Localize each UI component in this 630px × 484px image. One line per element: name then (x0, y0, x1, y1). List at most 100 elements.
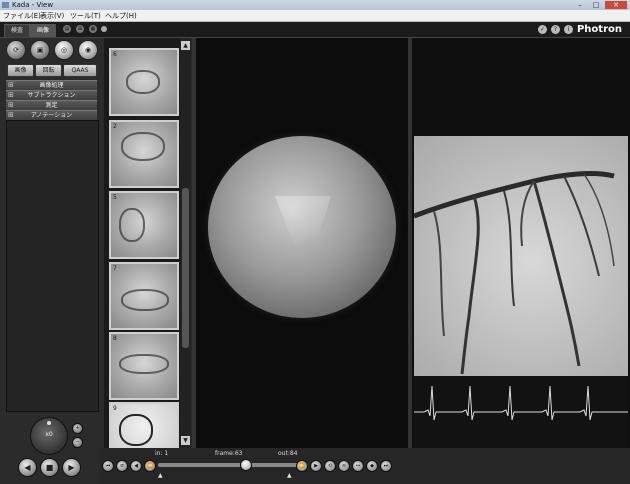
step-back-icon[interactable]: ◀ (130, 460, 142, 472)
in-label: in: 1 (155, 450, 169, 457)
scroll-thumb[interactable] (182, 188, 189, 348)
help-icon[interactable]: ? (551, 25, 560, 34)
zoom-out-icon[interactable]: − (72, 437, 83, 448)
close-button[interactable]: ✕ (605, 1, 627, 9)
frame-slider[interactable] (158, 463, 308, 467)
step-forward-icon[interactable]: ▶ (310, 460, 322, 472)
top-toolbar: 検査 画像 ▤ ⊞ ▦ ✓ ? i Photron (0, 22, 630, 38)
thumbnail[interactable]: 5 (109, 191, 179, 259)
rewind-icon[interactable]: ⏪ (144, 460, 156, 472)
out-marker-icon[interactable]: ▲ (287, 472, 292, 479)
speed-icon[interactable]: ≋ (338, 460, 350, 472)
thumbnail-number: 9 (113, 405, 117, 412)
expand-icon: ⊞ (8, 111, 14, 119)
vessel-image (126, 70, 160, 94)
zoom-in-icon[interactable]: + (72, 423, 83, 434)
frame-label: frame:63 (215, 450, 243, 457)
thumbnail-number: 2 (113, 123, 117, 130)
brand-logo: Photron (576, 24, 622, 35)
ecg-strip (414, 376, 628, 448)
frame-slider-knob[interactable] (240, 459, 252, 471)
thumbnail[interactable]: 2 (109, 120, 179, 188)
maximize-button[interactable]: □ (589, 1, 603, 9)
image-viewer-left[interactable] (196, 38, 408, 448)
thumbnail-column: 6 2 5 7 8 9 (104, 38, 180, 450)
vessel-image (121, 132, 165, 161)
settings-icon[interactable]: ◎ (54, 40, 74, 60)
layout-grid-icon[interactable]: ▦ (89, 25, 97, 33)
out-label: out:84 (278, 450, 298, 457)
xray-disc-image (208, 136, 396, 318)
accordion-label: 測定 (45, 102, 58, 109)
refresh-icon[interactable]: ⟳ (6, 40, 26, 60)
zoom-value: x0 (45, 431, 53, 438)
menu-file[interactable]: ファイル(E) (3, 11, 41, 21)
layout-1-icon[interactable]: ▤ (63, 25, 71, 33)
thumbnail[interactable]: 8 (109, 332, 179, 400)
zoom-wheel[interactable]: x0 (30, 417, 68, 455)
play-button[interactable]: ▶ (62, 458, 81, 477)
accordion-annotation[interactable]: ⊞ アノテーション (6, 110, 97, 120)
panel-content-area (6, 120, 99, 412)
menu-view[interactable]: 表示(V) (40, 11, 64, 21)
layout-4-icon[interactable]: ⊞ (76, 25, 84, 33)
accordion-label: アノテーション (30, 112, 73, 119)
angiogram-image (414, 136, 628, 448)
subtab-qaas[interactable]: QAAS (63, 64, 97, 77)
wheel-indicator (47, 421, 51, 425)
ecg-waveform (414, 385, 628, 421)
prev-button[interactable]: ◀ (18, 458, 37, 477)
menu-tools[interactable]: ツール(T) (70, 11, 101, 21)
view-icon[interactable]: ◉ (78, 40, 98, 60)
bounce-icon[interactable]: ↔ (352, 460, 364, 472)
thumbnail-scrollbar[interactable]: ▲ ▼ (180, 38, 191, 448)
accordion-image-processing[interactable]: ⊞ 画像処理 (6, 80, 97, 90)
vessel-image (121, 289, 169, 311)
window-title: Kada - View (12, 1, 54, 9)
transport-bar: ⏮ ≡ ◀ ⏪ in: 1 frame:63 out:84 ▲ ▲ ⏩ ▶ ⟲ … (100, 448, 630, 484)
mark-icon[interactable]: ◆ (366, 460, 378, 472)
loop-icon[interactable]: ⟲ (324, 460, 336, 472)
title-bar: Kada - View – □ ✕ (0, 0, 630, 10)
subtab-image[interactable]: 画像 (7, 64, 34, 77)
expand-icon: ⊞ (8, 91, 14, 99)
tab-exam[interactable]: 検査 (4, 24, 30, 37)
accordion-measure[interactable]: ⊞ 測定 (6, 100, 97, 110)
scroll-down-icon[interactable]: ▼ (181, 436, 190, 445)
first-frame-icon[interactable]: ⏮ (102, 460, 114, 472)
record-icon[interactable] (101, 26, 107, 32)
app-icon (2, 2, 9, 8)
image-viewer-right[interactable] (412, 38, 630, 448)
check-icon[interactable]: ✓ (538, 25, 547, 34)
menu-bar: ファイル(E) 表示(V) ツール(T) ヘルプ(H) (0, 10, 630, 22)
expand-icon: ⊞ (8, 101, 14, 109)
thumbnail-number: 5 (113, 194, 117, 201)
forward-icon[interactable]: ⏩ (296, 460, 308, 472)
last-frame-icon[interactable]: ⏭ (380, 460, 392, 472)
vessel-image (119, 354, 169, 374)
save-icon[interactable]: ▣ (30, 40, 50, 60)
vessel-image (119, 208, 145, 242)
scroll-up-icon[interactable]: ▲ (181, 41, 190, 50)
fps-icon[interactable]: ≡ (116, 460, 128, 472)
thumbnail[interactable]: 6 (109, 48, 179, 116)
info-icon[interactable]: i (564, 25, 573, 34)
accordion-label: サブトラクション (27, 92, 76, 99)
expand-icon: ⊞ (8, 81, 14, 89)
thumbnail[interactable]: 7 (109, 262, 179, 330)
accordion-subtraction[interactable]: ⊞ サブトラクション (6, 90, 97, 100)
thumbnail[interactable]: 9 (109, 402, 179, 450)
stop-button[interactable]: ■ (40, 458, 59, 477)
thumbnail-number: 6 (113, 51, 117, 58)
vessel-tree (414, 171, 615, 375)
left-panel: ⟳ ▣ ◎ ◉ 画像 回転 QAAS ⊞ 画像処理 ⊞ サブトラクション ⊞ 測定 ⊞… (0, 38, 103, 484)
accordion-label: 画像処理 (39, 82, 64, 89)
tab-image[interactable]: 画像 (30, 24, 56, 37)
thumbnail-number: 8 (113, 335, 117, 342)
minimize-button[interactable]: – (573, 1, 587, 9)
subtab-rotate[interactable]: 回転 (35, 64, 62, 77)
thumbnail-number: 7 (113, 265, 117, 272)
vessel-image (119, 414, 153, 446)
in-marker-icon[interactable]: ▲ (158, 472, 163, 479)
menu-help[interactable]: ヘルプ(H) (105, 11, 137, 21)
